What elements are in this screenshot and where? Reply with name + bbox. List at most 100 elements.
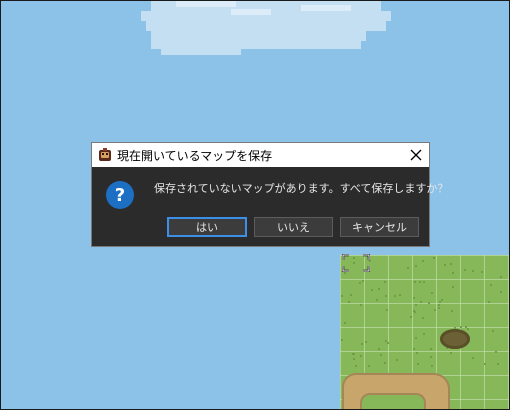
grass-speck — [353, 358, 355, 360]
grass-speck — [353, 353, 355, 355]
grass-speck — [460, 326, 462, 328]
grass-speck — [415, 304, 417, 306]
dialog-title: 現在開いているマップを保存 — [117, 149, 273, 163]
grass-speck — [488, 301, 490, 303]
grass-speck — [355, 365, 357, 367]
cloud-pixel — [151, 41, 341, 49]
grass-speck — [359, 282, 361, 284]
cancel-button[interactable]: キャンセル — [340, 217, 419, 237]
grass-speck — [415, 337, 417, 339]
question-icon: ? — [106, 181, 134, 209]
grass-speck — [431, 292, 433, 294]
grass-speck — [430, 348, 432, 350]
grass-speck — [500, 276, 502, 278]
no-button[interactable]: いいえ — [254, 217, 333, 237]
app-icon — [99, 148, 111, 161]
grass-speck — [441, 299, 443, 301]
grass-speck — [492, 330, 494, 332]
grass-speck — [472, 270, 474, 272]
grass-speck — [371, 289, 373, 291]
grass-speck — [452, 272, 454, 274]
close-button[interactable] — [403, 143, 429, 167]
grass-speck — [419, 281, 421, 283]
dirt-path-inner — [360, 393, 426, 409]
grass-speck — [341, 295, 343, 297]
grass-speck — [423, 281, 425, 283]
grass-speck — [399, 294, 401, 296]
grass-speck — [378, 288, 380, 290]
grass-speck — [344, 322, 346, 324]
grass-speck — [433, 257, 435, 259]
grass-speck — [438, 304, 440, 306]
grass-speck — [423, 333, 425, 335]
grass-speck — [414, 281, 416, 283]
grass-speck — [452, 286, 454, 288]
grass-speck — [368, 365, 370, 367]
grass-speck — [365, 341, 367, 343]
grass-speck — [385, 295, 387, 297]
yes-button[interactable]: はい — [167, 217, 247, 237]
grass-speck — [344, 272, 346, 274]
grass-speck — [410, 316, 412, 318]
grass-speck — [350, 294, 352, 296]
grass-speck — [413, 297, 415, 299]
close-icon — [410, 149, 422, 161]
grass-speck — [415, 265, 417, 267]
grass-speck — [420, 301, 422, 303]
grass-speck — [348, 301, 350, 303]
grass-speck — [484, 363, 486, 365]
dialog-title-bar[interactable]: 現在開いているマップを保存 — [92, 143, 429, 167]
grass-speck — [444, 264, 446, 266]
grass-speck — [467, 328, 469, 330]
grass-speck — [416, 352, 418, 354]
grass-speck — [438, 307, 440, 309]
grass-speck — [387, 342, 389, 344]
grass-speck — [497, 363, 499, 365]
cloud-pixel — [176, 1, 236, 7]
grass-speck — [451, 310, 453, 312]
grass-speck — [481, 271, 483, 273]
grass-speck — [386, 309, 388, 311]
grass-speck — [422, 260, 424, 262]
selection-bracket-icon — [342, 254, 370, 272]
cloud-pixel — [161, 49, 241, 55]
cloud-pixel — [321, 41, 361, 49]
grass-speck — [500, 291, 502, 293]
grass-speck — [431, 365, 433, 367]
grass-speck — [417, 363, 419, 365]
grass-speck — [396, 359, 398, 361]
grass-speck — [450, 263, 452, 265]
grass-speck — [495, 351, 497, 353]
save-map-dialog: 現在開いているマップを保存 ? 保存されていないマップがあります。すべて保存しま… — [91, 142, 448, 247]
grass-speck — [360, 304, 362, 306]
bush-tile — [440, 329, 470, 349]
grass-speck — [361, 343, 363, 345]
grass-speck — [362, 280, 364, 282]
grass-speck — [428, 302, 430, 304]
cloud-pixel — [146, 21, 386, 31]
grass-speck — [490, 284, 492, 286]
grass-speck — [360, 355, 362, 357]
cloud-pixel — [231, 9, 271, 15]
grass-speck — [439, 301, 441, 303]
grass-speck — [384, 362, 386, 364]
grass-speck — [414, 311, 416, 313]
grass-speck — [422, 317, 424, 319]
grass-speck — [472, 357, 474, 359]
grass-speck — [464, 269, 466, 271]
grass-speck — [384, 281, 386, 283]
grass-speck — [380, 354, 382, 356]
grass-speck — [407, 267, 409, 269]
cloud-pixel — [291, 31, 341, 39]
dialog-message: 保存されていないマップがあります。すべて保存しますか？ — [154, 182, 449, 195]
map-editor-canvas[interactable]: 現在開いているマップを保存 ? 保存されていないマップがあります。すべて保存しま… — [0, 0, 510, 410]
grass-speck — [376, 299, 378, 301]
question-glyph: ? — [115, 185, 125, 206]
grass-speck — [450, 352, 452, 354]
grass-speck — [434, 309, 436, 311]
grass-speck — [341, 339, 343, 341]
grass-speck — [413, 348, 415, 350]
cloud-pixel — [301, 5, 351, 11]
grass-speck — [430, 356, 432, 358]
map-tile-area[interactable] — [340, 255, 509, 409]
